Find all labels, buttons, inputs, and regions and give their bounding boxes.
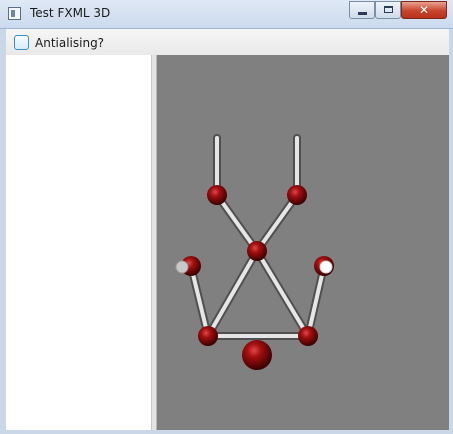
window-frame-right bbox=[449, 29, 453, 430]
close-button[interactable]: ✕ bbox=[401, 1, 447, 19]
antialiasing-label[interactable]: Antialising? bbox=[35, 36, 104, 50]
toolbar: Antialising? bbox=[6, 29, 449, 56]
app-window-icon bbox=[8, 7, 21, 20]
atom-node bbox=[207, 185, 227, 205]
left-pane bbox=[6, 55, 152, 430]
molecule-model bbox=[175, 134, 334, 370]
close-icon: ✕ bbox=[418, 3, 430, 17]
antialiasing-checkbox[interactable] bbox=[14, 35, 29, 50]
minimize-button[interactable] bbox=[349, 1, 375, 19]
atom-node-large bbox=[242, 340, 272, 370]
minimize-icon bbox=[358, 12, 367, 15]
atom-node bbox=[298, 326, 318, 346]
app-window: Test FXML 3D ✕ Antialising? bbox=[0, 0, 453, 430]
maximize-icon bbox=[384, 6, 393, 13]
window-title: Test FXML 3D bbox=[30, 6, 111, 20]
title-bar[interactable]: Test FXML 3D ✕ bbox=[0, 0, 453, 29]
side-sphere-white bbox=[319, 260, 333, 274]
3d-scene-viewport[interactable] bbox=[157, 55, 449, 430]
maximize-button[interactable] bbox=[375, 1, 401, 19]
atom-node bbox=[247, 241, 267, 261]
side-sphere-gray bbox=[175, 260, 189, 274]
content-area bbox=[6, 55, 449, 430]
atom-node bbox=[287, 185, 307, 205]
atom-node bbox=[198, 326, 218, 346]
